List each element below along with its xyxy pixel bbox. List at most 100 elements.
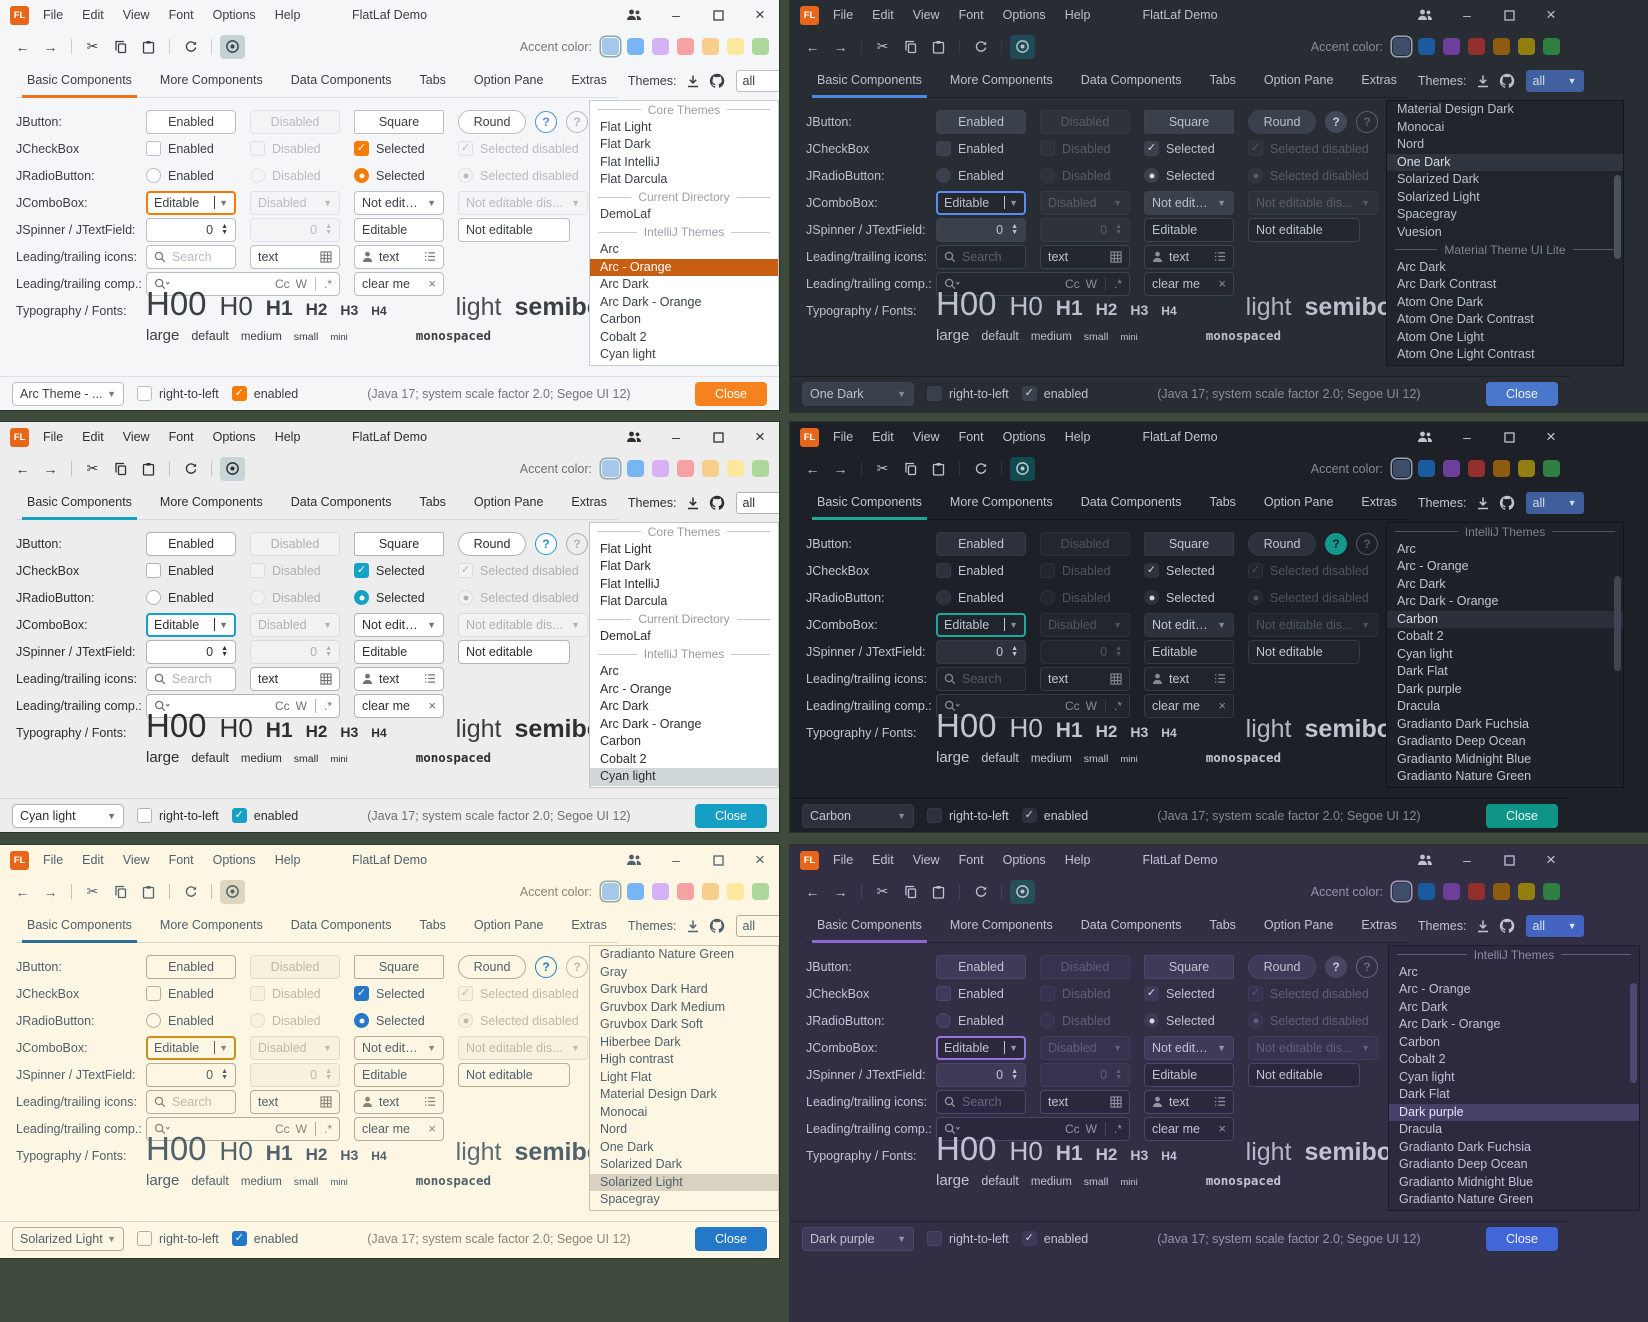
menu-font[interactable]: Font xyxy=(169,430,194,444)
combobox-editable[interactable]: Editable▼ xyxy=(146,1036,236,1060)
theme-item[interactable]: Carbon xyxy=(590,311,778,329)
square-button[interactable]: Square xyxy=(354,955,444,979)
theme-selector-combo[interactable]: One Dark▼ xyxy=(802,382,914,406)
github-icon[interactable] xyxy=(709,918,725,934)
theme-item[interactable]: Arc Dark - Orange xyxy=(1389,1016,1639,1034)
download-themes-icon[interactable] xyxy=(1476,74,1490,88)
themes-list-scrollbar[interactable] xyxy=(1614,175,1621,259)
users-icon[interactable] xyxy=(1416,6,1434,24)
users-icon[interactable] xyxy=(625,6,643,24)
text-input-trailing-icon[interactable]: text xyxy=(1040,1090,1130,1114)
tab-option-pane[interactable]: Option Pane xyxy=(1253,485,1345,519)
accent-swatch-3[interactable] xyxy=(652,460,669,477)
forward-button[interactable]: → xyxy=(828,457,853,481)
tab-more-components[interactable]: More Components xyxy=(939,63,1064,97)
checkbox-selected[interactable]: ✓Selected xyxy=(1144,563,1234,578)
back-button[interactable]: ← xyxy=(800,457,825,481)
tab-basic-components[interactable]: Basic Components xyxy=(16,485,143,519)
minimize-button[interactable]: – xyxy=(1458,6,1476,24)
combobox-editable[interactable]: Editable▼ xyxy=(936,1036,1026,1060)
list-icon[interactable] xyxy=(424,251,436,262)
close-window-button[interactable]: × xyxy=(751,6,769,24)
text-input-both-icons[interactable]: text xyxy=(354,1090,444,1114)
menu-font[interactable]: Font xyxy=(169,8,194,22)
enabled-button[interactable]: Enabled xyxy=(936,955,1026,979)
tab-extras[interactable]: Extras xyxy=(1350,908,1407,942)
show-hidden-toggle[interactable] xyxy=(1010,457,1035,481)
theme-item[interactable]: Flat Dark xyxy=(590,136,778,154)
enabled-checkbox[interactable]: ✓enabled xyxy=(232,808,299,823)
paste-button[interactable] xyxy=(926,880,951,904)
download-themes-icon[interactable] xyxy=(686,496,700,510)
tab-extras[interactable]: Extras xyxy=(560,485,617,519)
combobox-not-editable[interactable]: Not editable▼ xyxy=(354,1036,444,1060)
theme-item-selected[interactable]: Cyan light xyxy=(590,768,778,786)
menu-view[interactable]: View xyxy=(123,8,150,22)
menu-font[interactable]: Font xyxy=(169,853,194,867)
list-icon[interactable] xyxy=(1214,251,1226,262)
table-icon[interactable] xyxy=(1110,251,1122,263)
paste-button[interactable] xyxy=(136,457,161,481)
tab-basic-components[interactable]: Basic Components xyxy=(16,908,143,942)
accent-swatch-6[interactable] xyxy=(727,38,744,55)
checkbox-enabled[interactable]: Enabled xyxy=(936,141,1026,156)
menu-options[interactable]: Options xyxy=(1003,430,1046,444)
copy-button[interactable] xyxy=(108,880,133,904)
theme-item[interactable]: Atom One Dark Contrast xyxy=(1387,311,1623,329)
accent-swatch-6[interactable] xyxy=(727,883,744,900)
search-input[interactable]: Search xyxy=(146,245,236,269)
accent-swatch-7[interactable] xyxy=(1543,883,1560,900)
theme-item[interactable]: Material Design Dark xyxy=(1387,101,1623,119)
theme-item[interactable]: Vuesion xyxy=(1387,224,1623,242)
accent-swatch-4[interactable] xyxy=(1468,883,1485,900)
accent-swatch-3[interactable] xyxy=(1443,38,1460,55)
search-input[interactable]: Search xyxy=(936,245,1026,269)
accent-swatch-2[interactable] xyxy=(1418,460,1435,477)
combobox-editable[interactable]: Editable▼ xyxy=(936,613,1026,637)
checkbox-enabled[interactable]: Enabled xyxy=(936,563,1026,578)
theme-item[interactable]: High contrast xyxy=(590,1051,778,1069)
theme-item[interactable]: Cyan light xyxy=(1389,1069,1639,1087)
tab-data-components[interactable]: Data Components xyxy=(1070,63,1193,97)
textfield-editable[interactable]: Editable xyxy=(1144,1063,1234,1087)
menu-file[interactable]: File xyxy=(833,8,853,22)
menu-view[interactable]: View xyxy=(913,8,940,22)
paste-button[interactable] xyxy=(136,880,161,904)
theme-item[interactable]: Hiberbee Dark xyxy=(590,1034,778,1052)
cut-button[interactable]: ✂ xyxy=(80,457,105,481)
accent-swatch-1[interactable] xyxy=(602,883,619,900)
cut-button[interactable]: ✂ xyxy=(80,880,105,904)
enabled-checkbox[interactable]: ✓enabled xyxy=(232,1231,299,1246)
theme-item[interactable]: Monocai xyxy=(1387,119,1623,137)
menu-help[interactable]: Help xyxy=(275,430,301,444)
square-button[interactable]: Square xyxy=(1144,955,1234,979)
theme-item-selected[interactable]: Arc - Orange xyxy=(590,259,778,277)
menu-view[interactable]: View xyxy=(123,430,150,444)
theme-item[interactable]: One Dark xyxy=(590,1139,778,1157)
theme-selector-combo[interactable]: Cyan light▼ xyxy=(12,804,124,828)
enabled-checkbox[interactable]: ✓enabled xyxy=(1022,1231,1089,1246)
checkbox-selected[interactable]: ✓Selected xyxy=(1144,141,1234,156)
round-button[interactable]: Round xyxy=(1248,532,1316,556)
theme-item[interactable]: Gradianto Nature Green xyxy=(1387,768,1623,786)
text-input-both-icons[interactable]: text xyxy=(1144,667,1234,691)
back-button[interactable]: ← xyxy=(10,880,35,904)
menu-view[interactable]: View xyxy=(913,430,940,444)
accent-swatch-7[interactable] xyxy=(1543,460,1560,477)
tab-basic-components[interactable]: Basic Components xyxy=(806,908,933,942)
enabled-checkbox[interactable]: ✓enabled xyxy=(1022,808,1089,823)
accent-swatch-7[interactable] xyxy=(752,38,769,55)
menu-file[interactable]: File xyxy=(43,853,63,867)
accent-swatch-6[interactable] xyxy=(1518,460,1535,477)
minimize-button[interactable]: – xyxy=(1458,851,1476,869)
list-icon[interactable] xyxy=(424,1096,436,1107)
checkbox-enabled[interactable]: Enabled xyxy=(936,986,1026,1001)
menu-edit[interactable]: Edit xyxy=(82,8,104,22)
tab-tabs[interactable]: Tabs xyxy=(409,63,457,97)
right-to-left-checkbox[interactable]: right-to-left xyxy=(137,386,219,401)
theme-selector-combo[interactable]: Carbon▼ xyxy=(802,804,914,828)
github-icon[interactable] xyxy=(709,495,725,511)
tab-extras[interactable]: Extras xyxy=(560,908,617,942)
tab-basic-components[interactable]: Basic Components xyxy=(806,485,933,519)
accent-swatch-5[interactable] xyxy=(1493,38,1510,55)
